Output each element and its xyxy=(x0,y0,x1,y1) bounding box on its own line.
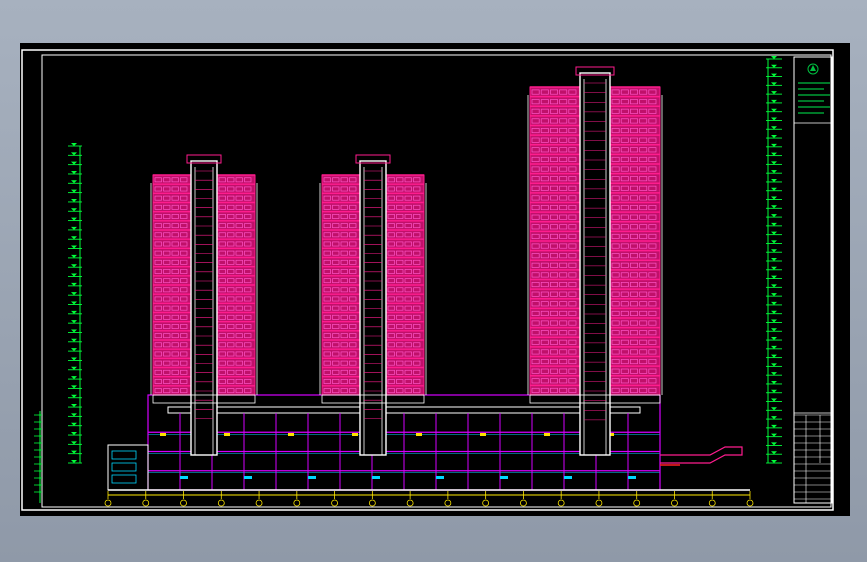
axis-bubble xyxy=(520,499,527,507)
podium-accent xyxy=(372,476,380,479)
level-triangle-icon xyxy=(771,275,777,279)
right-elevation-level-marks xyxy=(766,56,782,464)
podium-accent xyxy=(436,476,444,479)
podium-accent xyxy=(244,476,252,479)
level-triangle-icon xyxy=(771,293,777,297)
entrance-window xyxy=(111,450,137,460)
axis-bubble xyxy=(104,499,112,507)
axis-bubble xyxy=(406,499,414,507)
left-elevation-level-marks xyxy=(34,143,82,503)
axis-bubble xyxy=(746,499,754,507)
axis-bubble xyxy=(633,499,641,507)
tower-left xyxy=(150,154,258,456)
ground-line-and-axes xyxy=(104,489,754,507)
podium-accent xyxy=(564,476,572,479)
company-logo-icon xyxy=(807,63,819,75)
cad-application-window xyxy=(0,0,867,562)
axis-bubble xyxy=(444,499,452,507)
drawing-outer-border xyxy=(21,49,834,511)
tower-core xyxy=(579,72,611,456)
podium-accent xyxy=(180,476,188,479)
residential-towers xyxy=(150,66,663,456)
axis-bubble xyxy=(180,499,187,507)
axis-bubble xyxy=(671,499,678,507)
axis-bubble xyxy=(557,499,565,507)
podium-accent xyxy=(160,433,166,436)
level-triangle-icon xyxy=(771,143,777,147)
level-triangle-icon xyxy=(71,254,77,258)
level-triangle-icon xyxy=(71,264,77,268)
title-block xyxy=(793,56,833,504)
axis-bubble xyxy=(217,499,225,507)
podium-accent xyxy=(352,433,358,436)
level-triangle-icon xyxy=(771,56,777,59)
level-triangle-icon xyxy=(771,126,777,130)
podium-accent xyxy=(308,476,316,479)
axis-bubble xyxy=(595,499,603,507)
axis-bubble xyxy=(293,499,301,507)
level-triangle-icon xyxy=(71,292,77,296)
axis-bubble xyxy=(482,499,490,507)
podium-accent xyxy=(500,476,508,479)
podium-accent xyxy=(480,433,486,436)
drawing-viewport[interactable] xyxy=(20,43,850,516)
podium-accent xyxy=(416,433,422,436)
ramp-outline xyxy=(660,446,743,464)
tower-right xyxy=(527,66,663,456)
axis-bubble xyxy=(331,499,338,507)
level-triangle-icon xyxy=(71,273,77,277)
podium-accent xyxy=(628,476,636,479)
podium-roof-parapet xyxy=(167,406,641,414)
podium-accent xyxy=(288,433,294,436)
level-triangle-icon xyxy=(771,266,777,270)
entrance-window xyxy=(111,462,137,472)
level-triangle-icon xyxy=(771,161,777,165)
elevation-drawing xyxy=(21,49,834,511)
axis-bubble xyxy=(142,499,150,507)
level-triangle-icon xyxy=(771,258,777,261)
level-triangle-icon xyxy=(71,282,77,286)
axis-bubble xyxy=(255,499,263,507)
podium-accent xyxy=(544,433,550,436)
podium-accent xyxy=(224,433,230,436)
tower-middle xyxy=(319,154,427,456)
axis-bubble xyxy=(368,499,376,507)
axis-bubble xyxy=(708,499,716,507)
entrance-window xyxy=(111,474,137,484)
